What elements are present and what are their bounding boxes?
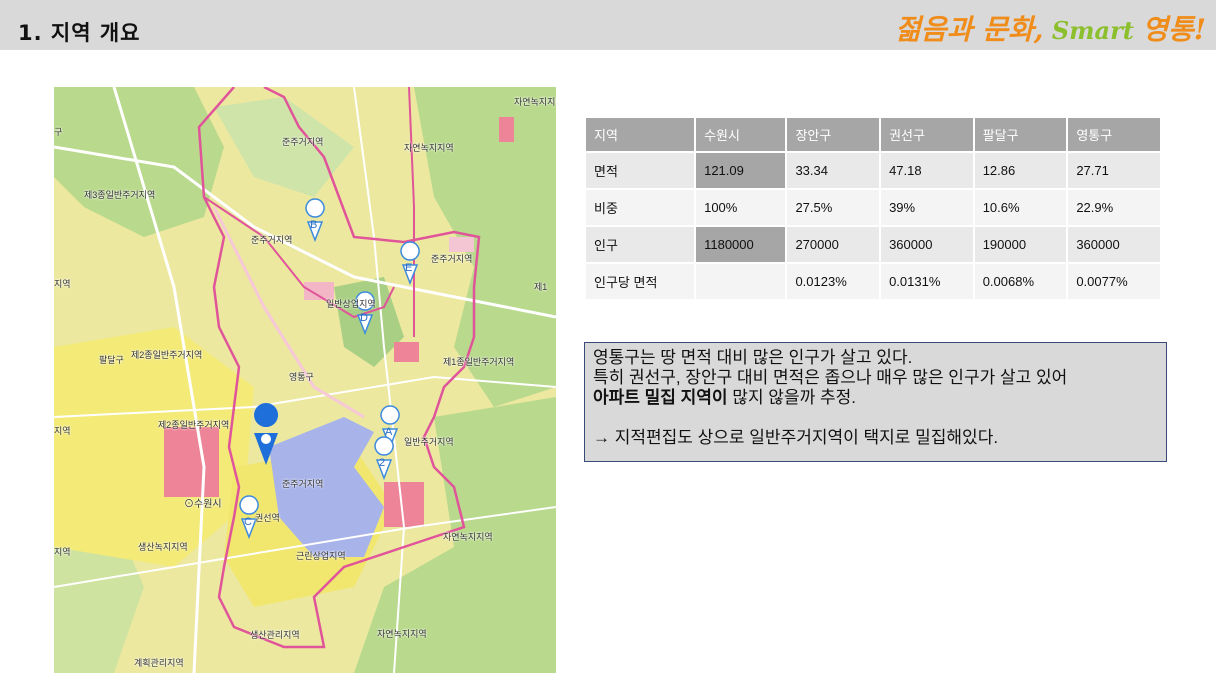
- note-conclusion: → 지적편집도 상으로 일반주거지역이 택지로 밀집해있다.: [593, 428, 999, 447]
- table-cell: 27.5%: [787, 190, 880, 225]
- table-cell: 12.86: [974, 153, 1067, 188]
- map-label: 팔달구: [99, 355, 124, 365]
- table-cell: 0.0077%: [1068, 264, 1160, 299]
- slogan-end: 영통!: [1142, 13, 1206, 46]
- table-cell: 0.0123%: [787, 264, 880, 299]
- note-line: 영통구는 땅 면적 대비 많은 인구가 살고 있다.: [593, 348, 913, 367]
- map-label: 제2종일반주거지역: [158, 420, 230, 430]
- table-header: 지역: [586, 118, 695, 151]
- map-label: 영통구: [289, 372, 314, 382]
- table-header: 팔달구: [974, 118, 1067, 151]
- table-cell: 27.71: [1068, 153, 1160, 188]
- table-cell: 270000: [787, 227, 880, 262]
- map-label: 지역: [54, 426, 71, 436]
- table-cell: 비중: [586, 190, 695, 225]
- page-title: 1. 지역 개요: [18, 21, 141, 45]
- map-label: 자연녹지지역: [514, 97, 556, 107]
- map-marker-c[interactable]: C: [244, 516, 252, 528]
- map-label: 준주거지역: [282, 137, 324, 147]
- table-cell: 100%: [696, 190, 786, 225]
- map-label: 일반상업지역: [326, 299, 376, 309]
- table-header: 장안구: [787, 118, 880, 151]
- map-label: 근린상업지역: [296, 551, 346, 561]
- table-cell: [696, 264, 786, 299]
- note-spacer: [593, 408, 1158, 428]
- table-header: 수원시: [696, 118, 786, 151]
- table-row: 비중 100% 27.5% 39% 10.6% 22.9%: [586, 190, 1160, 225]
- map-label: 자연녹지지역: [443, 532, 493, 542]
- table-cell: 인구: [586, 227, 695, 262]
- map-label: 제1: [534, 282, 548, 292]
- map-label: 지역: [54, 547, 71, 557]
- map-label: ⊙수원시: [184, 499, 222, 510]
- summary-note: 영통구는 땅 면적 대비 많은 인구가 살고 있다. 특히 권선구, 장안구 대…: [584, 342, 1167, 462]
- table-cell: 47.18: [881, 153, 973, 188]
- header-bar: 1. 지역 개요 젊음과 문화, Smart 영통!: [0, 0, 1216, 50]
- map-marker-2[interactable]: 2: [379, 457, 385, 469]
- map-label: 자연녹지지역: [404, 143, 454, 153]
- note-line-rest: 많지 않을까 추정.: [727, 388, 856, 407]
- map-label: 자연녹지지역: [377, 629, 427, 639]
- map-label: 준주거지역: [431, 254, 473, 264]
- map-label: 생산관리지역: [250, 630, 300, 640]
- table-cell: 10.6%: [974, 190, 1067, 225]
- table-cell: 1180000: [696, 227, 786, 262]
- map-label: 제2종일반주거지역: [131, 350, 203, 360]
- map-marker-e[interactable]: E: [405, 262, 412, 274]
- table-cell: 360000: [881, 227, 973, 262]
- table-cell: 인구당 면적: [586, 264, 695, 299]
- slogan-main: 젊음과 문화,: [895, 13, 1044, 46]
- slogan-logo: 젊음과 문화, Smart 영통!: [895, 8, 1206, 48]
- note-line: 특히 권선구, 장안구 대비 면적은 좁으나 매우 많은 인구가 살고 있어: [593, 368, 1068, 387]
- map-label: 지역: [54, 279, 71, 289]
- table-cell: 360000: [1068, 227, 1160, 262]
- map-marker-d[interactable]: D: [360, 312, 368, 324]
- table-cell: 0.0068%: [974, 264, 1067, 299]
- table-row: 인구당 면적 0.0123% 0.0131% 0.0068% 0.0077%: [586, 264, 1160, 299]
- map-label: 계획관리지역: [134, 658, 184, 668]
- table-cell: 39%: [881, 190, 973, 225]
- table-cell: 면적: [586, 153, 695, 188]
- note-line: 아파트 밀집 지역이 많지 않을까 추정.: [593, 388, 1158, 408]
- note-emphasis: 아파트 밀집 지역이: [593, 388, 728, 407]
- map-marker-a[interactable]: A: [385, 426, 392, 438]
- zoning-map[interactable]: 자연녹지지역 준주거지역 자연녹지지역 제3종일반주거지역 준주거지역 준주거지…: [54, 87, 556, 673]
- table-header: 영통구: [1068, 118, 1160, 151]
- map-label: 준주거지역: [282, 479, 324, 489]
- table-header-row: 지역 수원시 장안구 권선구 팔달구 영통구: [586, 118, 1160, 151]
- slogan-sub: Smart: [1043, 16, 1143, 45]
- map-label: 구: [54, 127, 63, 137]
- table-row: 인구 1180000 270000 360000 190000 360000: [586, 227, 1160, 262]
- map-label: 제1종일반주거지역: [443, 357, 515, 367]
- table-cell: 121.09: [696, 153, 786, 188]
- table-cell: 190000: [974, 227, 1067, 262]
- map-label: 제3종일반주거지역: [84, 190, 156, 200]
- table-header: 권선구: [881, 118, 973, 151]
- table-cell: 22.9%: [1068, 190, 1160, 225]
- table-cell: 0.0131%: [881, 264, 973, 299]
- map-label: 생산녹지지역: [138, 542, 188, 552]
- table-row: 면적 121.09 33.34 47.18 12.86 27.71: [586, 153, 1160, 188]
- map-label: 일반주거지역: [404, 437, 454, 447]
- map-marker-b[interactable]: B: [310, 219, 317, 231]
- map-label: 준주거지역: [251, 235, 293, 245]
- table-cell: 33.34: [787, 153, 880, 188]
- district-table: 지역 수원시 장안구 권선구 팔달구 영통구 면적 121.09 33.34 4…: [584, 116, 1162, 301]
- map-label: 권선역: [255, 513, 280, 523]
